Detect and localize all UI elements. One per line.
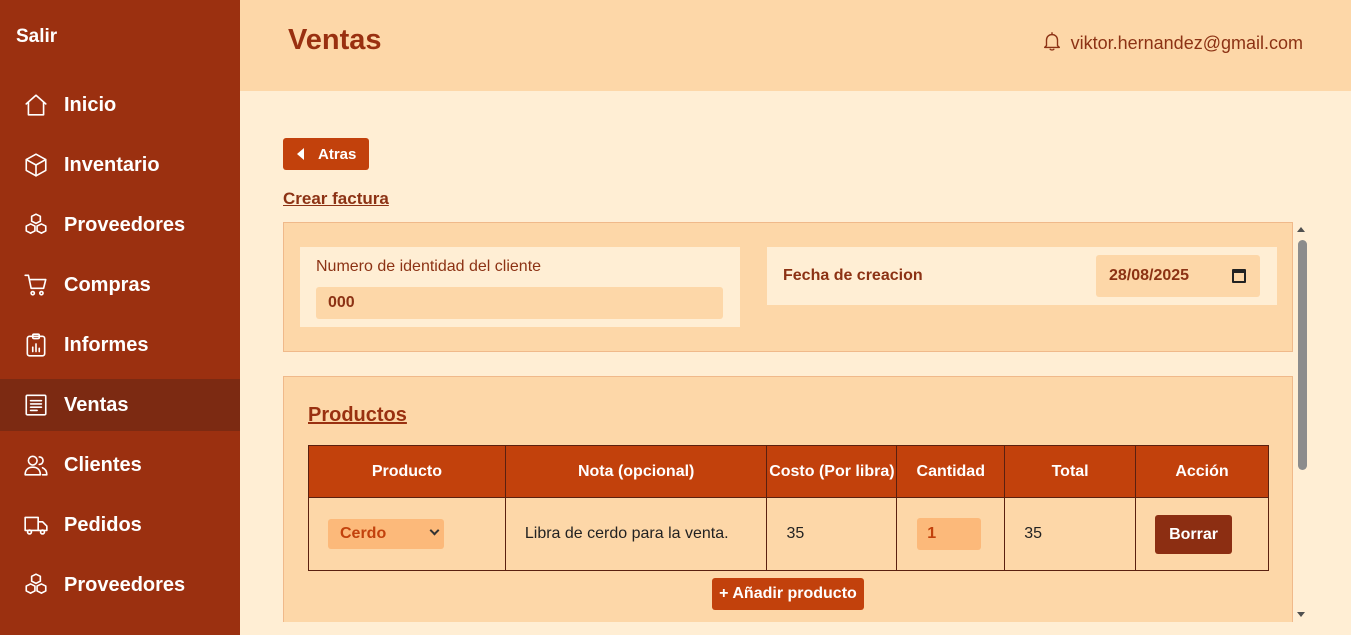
sidebar-item-informes[interactable]: Informes (0, 319, 240, 371)
column-header-accion: Acción (1135, 445, 1269, 498)
sidebar-item-label: Ventas (64, 393, 129, 416)
creation-date-label: Fecha de creacion (783, 267, 923, 284)
home-icon (22, 92, 49, 119)
cost-cell: 35 (766, 497, 898, 571)
report-icon (22, 332, 49, 359)
truck-icon (22, 512, 49, 539)
sidebar-item-proveedores[interactable]: Proveedores (0, 199, 240, 251)
boxes-icon (22, 572, 49, 599)
total-cell: 35 (1004, 497, 1137, 571)
quantity-input[interactable]: 1 (917, 518, 982, 550)
scrollbar[interactable] (1293, 222, 1309, 622)
products-card: Productos Producto Nota (opcional) Costo… (283, 376, 1293, 622)
sidebar-item-label: Inicio (64, 93, 117, 116)
column-header-costo: Costo (Por libra) (766, 445, 898, 498)
client-id-field: Numero de identidad del cliente 000 (300, 247, 740, 327)
calendar-icon[interactable] (1232, 269, 1246, 283)
creation-date-value: 28/08/2025 (1109, 267, 1190, 284)
sidebar-nav: Inicio Inventario Proveedores Compras In… (0, 79, 240, 619)
sidebar-item-pedidos[interactable]: Pedidos (0, 499, 240, 551)
cart-icon (22, 272, 49, 299)
client-id-label: Numero de identidad del cliente (316, 258, 542, 275)
products-title: Productos (308, 404, 407, 426)
creation-date-input[interactable]: 28/08/2025 (1096, 255, 1260, 297)
sidebar-item-label: Proveedores (64, 213, 186, 236)
table-header-row: Producto Nota (opcional) Costo (Por libr… (308, 445, 1269, 498)
create-invoice-link[interactable]: Crear factura (283, 189, 389, 209)
sidebar-item-label: Compras (64, 273, 151, 296)
back-button[interactable]: Atras (283, 138, 369, 170)
page-title: Ventas (288, 24, 382, 56)
quantity-cell: 1 (896, 497, 1006, 571)
scroll-down-icon[interactable] (1297, 612, 1305, 617)
boxes-icon (22, 212, 49, 239)
product-select[interactable]: Cerdo (328, 519, 444, 549)
column-header-cantidad: Cantidad (896, 445, 1006, 498)
logout-link[interactable]: Salir (16, 26, 57, 48)
sidebar-item-label: Clientes (64, 453, 142, 476)
sidebar: Salir Inicio Inventario Proveedores Comp… (0, 0, 240, 635)
scrollbar-thumb[interactable] (1298, 240, 1307, 470)
column-header-total: Total (1004, 445, 1137, 498)
sidebar-item-inicio[interactable]: Inicio (0, 79, 240, 131)
client-id-input[interactable]: 000 (316, 287, 723, 319)
caret-left-icon (297, 148, 304, 160)
column-header-producto: Producto (308, 445, 506, 498)
sidebar-item-proveedores-2[interactable]: Proveedores (0, 559, 240, 611)
action-cell: Borrar (1135, 497, 1269, 571)
sidebar-item-label: Inventario (64, 153, 160, 176)
user-email: viktor.hernandez@gmail.com (1070, 33, 1303, 53)
add-product-button[interactable]: + Añadir producto (712, 578, 864, 610)
table-row: Cerdo Libra de cerdo para la venta. 35 1… (308, 497, 1269, 571)
sidebar-item-clientes[interactable]: Clientes (0, 439, 240, 491)
products-table: Producto Nota (opcional) Costo (Por libr… (308, 445, 1269, 571)
back-button-label: Atras (318, 145, 357, 163)
box-icon (22, 152, 49, 179)
sidebar-item-label: Pedidos (64, 513, 142, 536)
creation-date-field: Fecha de creacion 28/08/2025 (767, 247, 1277, 305)
product-cell: Cerdo (308, 497, 506, 571)
bell-icon[interactable] (1041, 29, 1063, 58)
sidebar-item-inventario[interactable]: Inventario (0, 139, 240, 191)
column-header-nota: Nota (opcional) (504, 445, 768, 498)
note-cell: Libra de cerdo para la venta. (504, 497, 768, 571)
product-select-value: Cerdo (340, 525, 387, 542)
form-scroll-area: Numero de identidad del cliente 000 Fech… (283, 222, 1309, 622)
chevron-down-icon (429, 525, 440, 536)
user-info: viktor.hernandez@gmail.com (1041, 29, 1303, 58)
header: Ventas viktor.hernandez@gmail.com (240, 0, 1351, 91)
sidebar-item-label: Informes (64, 333, 149, 356)
sidebar-item-label: Proveedores (64, 573, 186, 596)
receipt-icon (22, 392, 49, 419)
sidebar-item-compras[interactable]: Compras (0, 259, 240, 311)
invoice-header-card: Numero de identidad del cliente 000 Fech… (283, 222, 1293, 352)
scroll-up-icon[interactable] (1297, 227, 1305, 232)
users-icon (22, 452, 49, 479)
sidebar-item-ventas[interactable]: Ventas (0, 379, 240, 431)
delete-button[interactable]: Borrar (1155, 514, 1233, 554)
